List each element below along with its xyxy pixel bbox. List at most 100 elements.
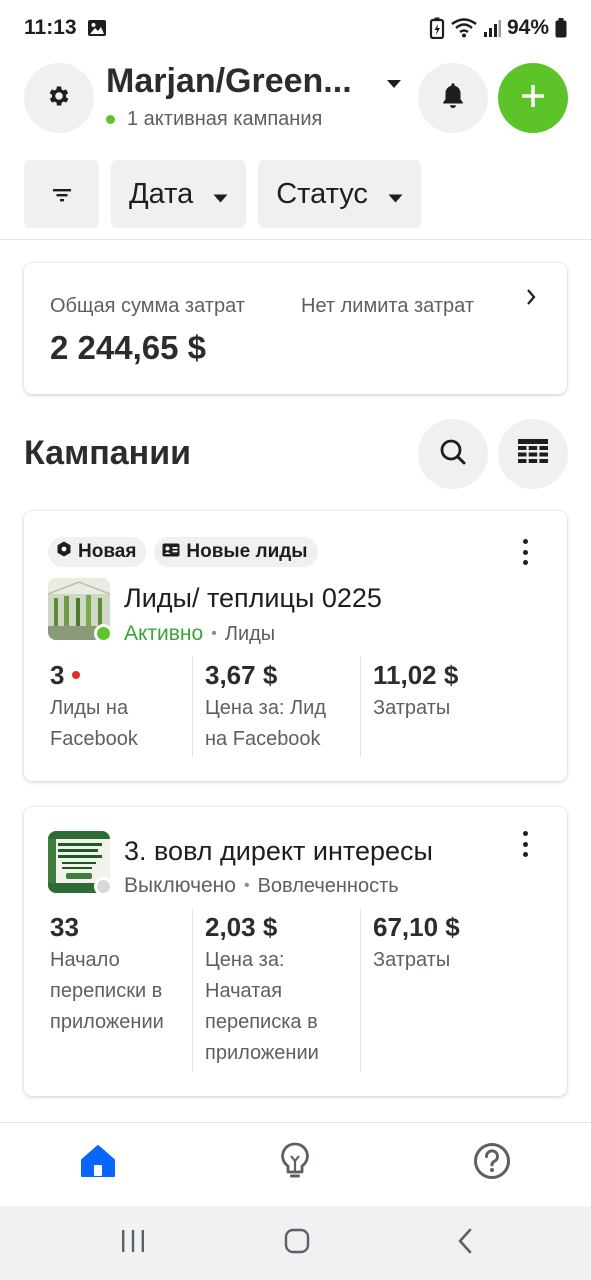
status-bar: 11:13 94% (0, 0, 591, 56)
campaign-status: Активно (124, 622, 204, 645)
metric-results: 3 Лиды на Facebook (24, 657, 192, 757)
campaign-card[interactable]: Новая Новые лиды Лиды/ теплицы 0225 Акти… (24, 511, 567, 781)
create-campaign-button[interactable] (498, 63, 568, 133)
table-view-button[interactable] (498, 419, 568, 489)
gear-icon (46, 83, 72, 114)
home-icon (80, 1144, 116, 1183)
metric-results: 33 Начало переписки в приложении (24, 909, 192, 1071)
metric-label: Начало переписки в приложении (50, 949, 164, 1033)
tag-new-leads-label: Новые лиды (186, 541, 308, 562)
filter-icon (52, 178, 72, 211)
chevron-down-icon (213, 178, 228, 211)
campaign-thumbnail (48, 578, 113, 643)
back-button[interactable] (450, 1226, 480, 1260)
metric-cost-per-result: 2,03 $ Цена за: Начатая переписка в приложе… (192, 909, 360, 1071)
metric-value: 11,02 $ (373, 660, 459, 690)
tag-new-leads: Новые лиды (154, 537, 318, 567)
home-system-button[interactable] (282, 1226, 312, 1260)
metric-spend: 67,10 $ Затраты (360, 909, 528, 1071)
recents-icon (119, 1229, 147, 1258)
spend-limit-label: Нет лимита затрат (301, 295, 474, 317)
status-dot (94, 624, 113, 643)
campaign-status-line: Активно • Лиды (124, 622, 275, 646)
caret-down-icon[interactable] (386, 76, 402, 94)
bottom-navigation (0, 1122, 591, 1206)
system-navigation-bar (0, 1206, 591, 1280)
bell-icon (439, 81, 467, 116)
nav-home[interactable] (78, 1143, 118, 1183)
metric-value: 33 (50, 912, 79, 942)
home-circle-icon (284, 1228, 310, 1259)
metric-label: Лиды на Facebook (50, 697, 138, 750)
search-icon (439, 438, 467, 471)
nav-recommendations[interactable] (275, 1142, 315, 1185)
plus-icon (520, 83, 546, 114)
battery-icon (555, 18, 567, 38)
campaigns-title: Кампании (24, 434, 192, 472)
help-icon (473, 1142, 511, 1185)
metric-label: Затраты (373, 949, 451, 971)
total-spend-label: Общая сумма затрат (50, 295, 245, 317)
metric-spend: 11,02 $ Затраты (360, 657, 528, 757)
notifications-button[interactable] (418, 63, 488, 133)
total-spend-value: 2 244,65 $ (50, 329, 206, 366)
status-dot (94, 877, 113, 896)
status-filter[interactable]: Статус (258, 160, 421, 228)
search-button[interactable] (418, 419, 488, 489)
metric-label: Затраты (373, 697, 451, 719)
more-options-button[interactable] (518, 831, 532, 857)
status-time: 11:13 (24, 16, 77, 39)
chevron-right-icon[interactable] (524, 288, 538, 311)
campaign-status: Выключено (124, 874, 236, 897)
battery-percent: 94% (506, 16, 549, 39)
account-header: Marjan/Green... 1 активная кампания (24, 62, 568, 134)
active-dot (106, 115, 115, 124)
alert-dot (72, 671, 81, 679)
filter-button[interactable] (24, 160, 99, 228)
metric-cost-per-result: 3,67 $ Цена за: Лид на Facebook (192, 657, 360, 757)
campaign-tags: Новая Новые лиды (48, 537, 318, 567)
nav-help[interactable] (472, 1142, 512, 1185)
status-filter-label: Статус (276, 177, 368, 210)
settings-button[interactable] (24, 63, 94, 133)
signal-icon (483, 18, 501, 38)
campaign-thumbnail (48, 831, 113, 896)
lightbulb-icon (280, 1142, 310, 1185)
date-filter-label: Дата (129, 177, 194, 210)
badge-icon (56, 541, 72, 563)
filter-bar: Дата Статус (24, 160, 421, 228)
tag-new: Новая (48, 537, 147, 567)
campaign-metrics: 3 Лиды на Facebook 3,67 $ Цена за: Лид на … (24, 657, 567, 757)
campaign-name: Лиды/ теплицы 0225 (124, 583, 382, 613)
metric-label: Цена за: Начатая переписка в приложении (205, 949, 319, 1064)
active-campaigns-status: 1 активная кампания (106, 108, 322, 131)
tag-new-label: Новая (78, 541, 137, 562)
metric-value: 3,67 $ (205, 660, 278, 690)
wifi-icon (451, 18, 477, 38)
campaign-card[interactable]: 3. вовл директ интересы Выключено • Вовл… (24, 807, 567, 1096)
more-options-button[interactable] (518, 539, 532, 565)
battery-saver-icon (429, 17, 445, 39)
contact-card-icon (162, 541, 180, 563)
back-icon (456, 1228, 474, 1259)
metric-label: Цена за: Лид на Facebook (205, 697, 327, 750)
chevron-down-icon (388, 178, 403, 211)
active-campaigns-label: 1 активная кампания (127, 108, 323, 130)
campaign-name: 3. вовл директ интересы (124, 836, 433, 866)
table-icon (518, 438, 548, 470)
campaign-status-line: Выключено • Вовлеченность (124, 874, 399, 898)
metric-value: 2,03 $ (205, 912, 278, 942)
campaign-objective: Лиды (224, 622, 276, 645)
campaign-metrics: 33 Начало переписки в приложении 2,03 $ Це… (24, 909, 567, 1071)
total-spend-card[interactable]: Общая сумма затрат Нет лимита затрат 2 2… (24, 263, 567, 394)
account-name[interactable]: Marjan/Green... (106, 62, 352, 101)
recents-button[interactable] (118, 1226, 148, 1260)
gallery-icon (87, 18, 107, 38)
separator-dot: • (211, 625, 217, 642)
date-filter[interactable]: Дата (111, 160, 247, 228)
campaign-objective: Вовлеченность (257, 874, 399, 897)
separator-dot: • (243, 877, 250, 894)
header-divider (0, 239, 591, 240)
metric-value: 3 (50, 660, 65, 690)
metric-value: 67,10 $ (373, 912, 460, 942)
